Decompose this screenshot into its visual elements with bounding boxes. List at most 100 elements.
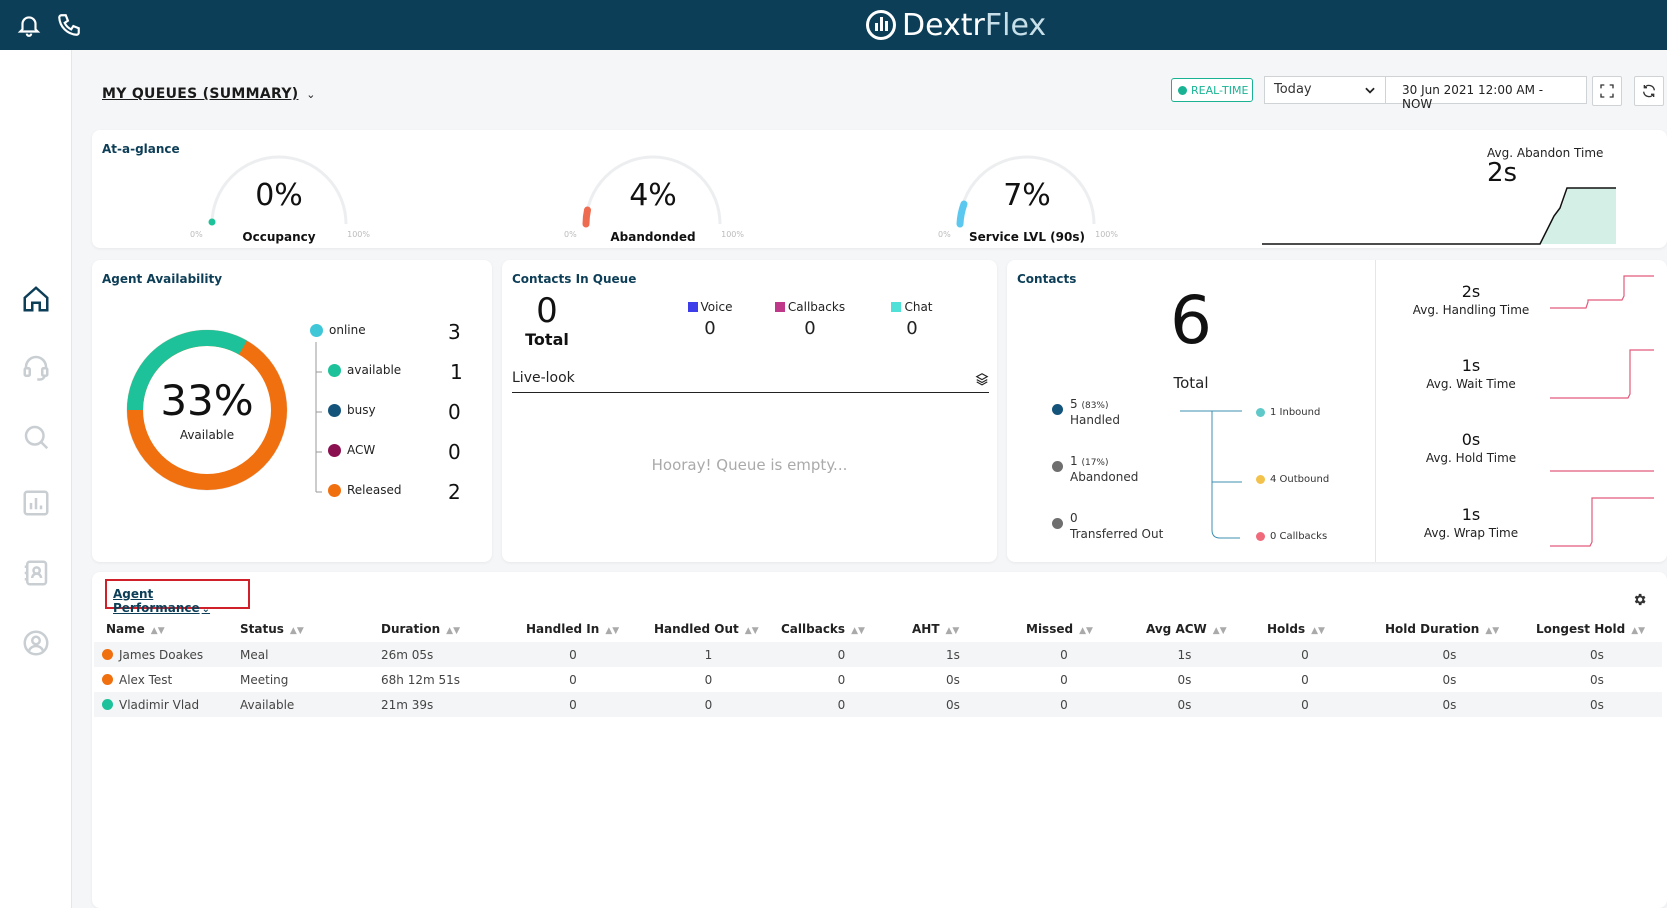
sparkline-wait [1550,349,1654,399]
column-header-status[interactable]: Status ▲▼ [240,615,371,642]
sort-icon: ▲▼ [289,625,304,636]
sort-icon: ▲▼ [605,625,620,636]
logo-text: Dextr [902,7,985,43]
headset-icon[interactable] [21,352,51,382]
channel-chat: Chat 0 [884,300,940,339]
chevron-down-icon[interactable]: ⌄ [306,88,315,101]
stat-abandoned: 1 (17%) Abandoned [1052,453,1138,485]
channel-count: 0 [704,318,716,339]
layers-icon[interactable] [975,372,989,386]
cell-missed: 0 [1060,697,1068,712]
phone-icon[interactable] [56,12,82,38]
gauge-label: Abandonded [610,230,696,244]
legend-count-online: 3 [448,320,461,344]
agent-performance-selector[interactable]: Agent Performance ⌄ [105,579,250,615]
refresh-button[interactable] [1634,76,1664,106]
cell-handled-out: 1 [704,647,713,662]
queue-empty-message: Hooray! Queue is empty... [651,456,848,474]
stat-handled: 5 (83%) Handled [1052,396,1120,428]
legend-item-online: online [310,323,366,337]
metric-avg-hold: 0s Avg. Hold Time [1425,430,1517,465]
contacts-book-icon[interactable] [21,558,51,588]
card-title: At-a-glance [102,142,180,156]
abandoned-gauge: 4% Abandonded 0% 100% [564,150,744,250]
channel-callbacks: Callbacks 0 [768,300,852,339]
cell-missed: 0 [1060,647,1068,662]
agent-name: Vladimir Vlad [119,697,200,712]
agent-performance-table: Name ▲▼ Status ▲▼ Duration ▲▼ Handled In ▲▼ … [94,615,1662,717]
table-row[interactable]: Alex Test Meeting 68h 12m 51s 0 0 0 0s 0… [94,667,1662,692]
cell-callbacks: 0 [837,672,846,687]
realtime-badge: REAL-TIME [1171,78,1253,102]
gauge-value: 0% [255,178,303,213]
queues-selector[interactable]: MY QUEUES (SUMMARY) [102,86,298,102]
sort-icon: ▲▼ [446,625,460,636]
contacts-total-value: 6 [1170,282,1212,359]
sort-icon: ▲▼ [1079,625,1093,636]
queue-total-value: 0 [536,291,558,331]
cell-status: Meal [240,647,269,662]
column-header-name[interactable]: Name ▲▼ [94,615,240,642]
column-header-avg-acw[interactable]: Avg ACW ▲▼ [1126,615,1243,642]
status-dot-icon [102,648,113,660]
legend-item-busy: busy [328,403,376,417]
column-header-missed[interactable]: Missed ▲▼ [1002,615,1126,642]
logo-mark-icon [866,10,896,40]
cell-hold-duration: 0s [1442,647,1457,662]
settings-gear-icon[interactable] [1632,592,1647,607]
period-value: Today [1274,82,1312,97]
search-icon[interactable] [21,422,51,452]
cell-aht: 0s [946,672,960,687]
agent-performance-title: Agent Performance [113,587,200,615]
table-row[interactable]: James Doakes Meal 26m 05s 0 1 0 1s 0 1s … [94,642,1662,667]
availability-label: Available [179,428,235,442]
live-look-header[interactable]: Live-look [512,370,989,393]
fullscreen-button[interactable] [1592,76,1622,106]
sort-icon: ▲▼ [1311,625,1325,636]
cell-aht: 1s [946,647,960,662]
channel-count: 0 [804,318,816,339]
bell-icon[interactable] [16,12,42,38]
channel-count: 0 [906,318,918,339]
reports-icon[interactable] [21,488,51,518]
app-logo: Dextr Flex [866,6,1046,44]
chevron-down-icon [1365,87,1375,94]
sort-icon: ▲▼ [150,625,165,636]
column-header-handled-in[interactable]: Handled In ▲▼ [508,615,638,642]
live-look-label: Live-look [512,370,575,386]
column-header-callbacks[interactable]: Callbacks ▲▼ [779,615,904,642]
home-icon[interactable] [21,284,51,314]
card-title: Contacts In Queue [512,272,637,286]
gauge-min: 0% [190,230,203,239]
cell-missed: 0 [1060,672,1068,687]
date-range-field[interactable]: 30 Jun 2021 12:00 AM - NOW [1385,76,1587,111]
column-header-holds[interactable]: Holds ▲▼ [1243,615,1367,642]
gauge-value: 7% [1003,178,1051,213]
cell-duration: 21m 39s [381,697,434,712]
sparkline-handling [1550,275,1654,309]
cell-longest-hold: 0s [1590,697,1604,712]
availability-percent: 33% [160,376,254,425]
legend-tree-lines [315,342,322,493]
queue-total-label: Total [525,330,569,349]
user-circle-icon[interactable] [21,628,51,658]
agent-name: James Doakes [119,647,204,662]
cell-hold-duration: 0s [1442,697,1457,712]
period-select[interactable]: Today [1264,76,1386,104]
table-row[interactable]: Vladimir Vlad Available 21m 39s 0 0 0 0s… [94,692,1662,717]
expand-icon [1600,84,1614,98]
contacts-total-label: Total [1173,374,1209,392]
column-header-hold-duration[interactable]: Hold Duration ▲▼ [1367,615,1532,642]
column-header-handled-out[interactable]: Handled Out ▲▼ [638,615,779,642]
realtime-dot-icon [1178,85,1187,95]
column-header-duration[interactable]: Duration ▲▼ [371,615,508,642]
metric-avg-wait: 1s Avg. Wait Time [1426,356,1516,391]
stat-transferred-out: 0 Transferred Out [1052,510,1163,542]
page-header: MY QUEUES (SUMMARY) ⌄ [102,86,316,102]
abandon-sparkline [1262,187,1616,245]
status-dot-icon [102,698,113,710]
column-header-longest-hold[interactable]: Longest Hold ▲▼ [1532,615,1662,642]
column-header-aht[interactable]: AHT ▲▼ [904,615,1002,642]
queue-total: 0 Total [497,294,597,349]
sidebar [0,50,72,908]
